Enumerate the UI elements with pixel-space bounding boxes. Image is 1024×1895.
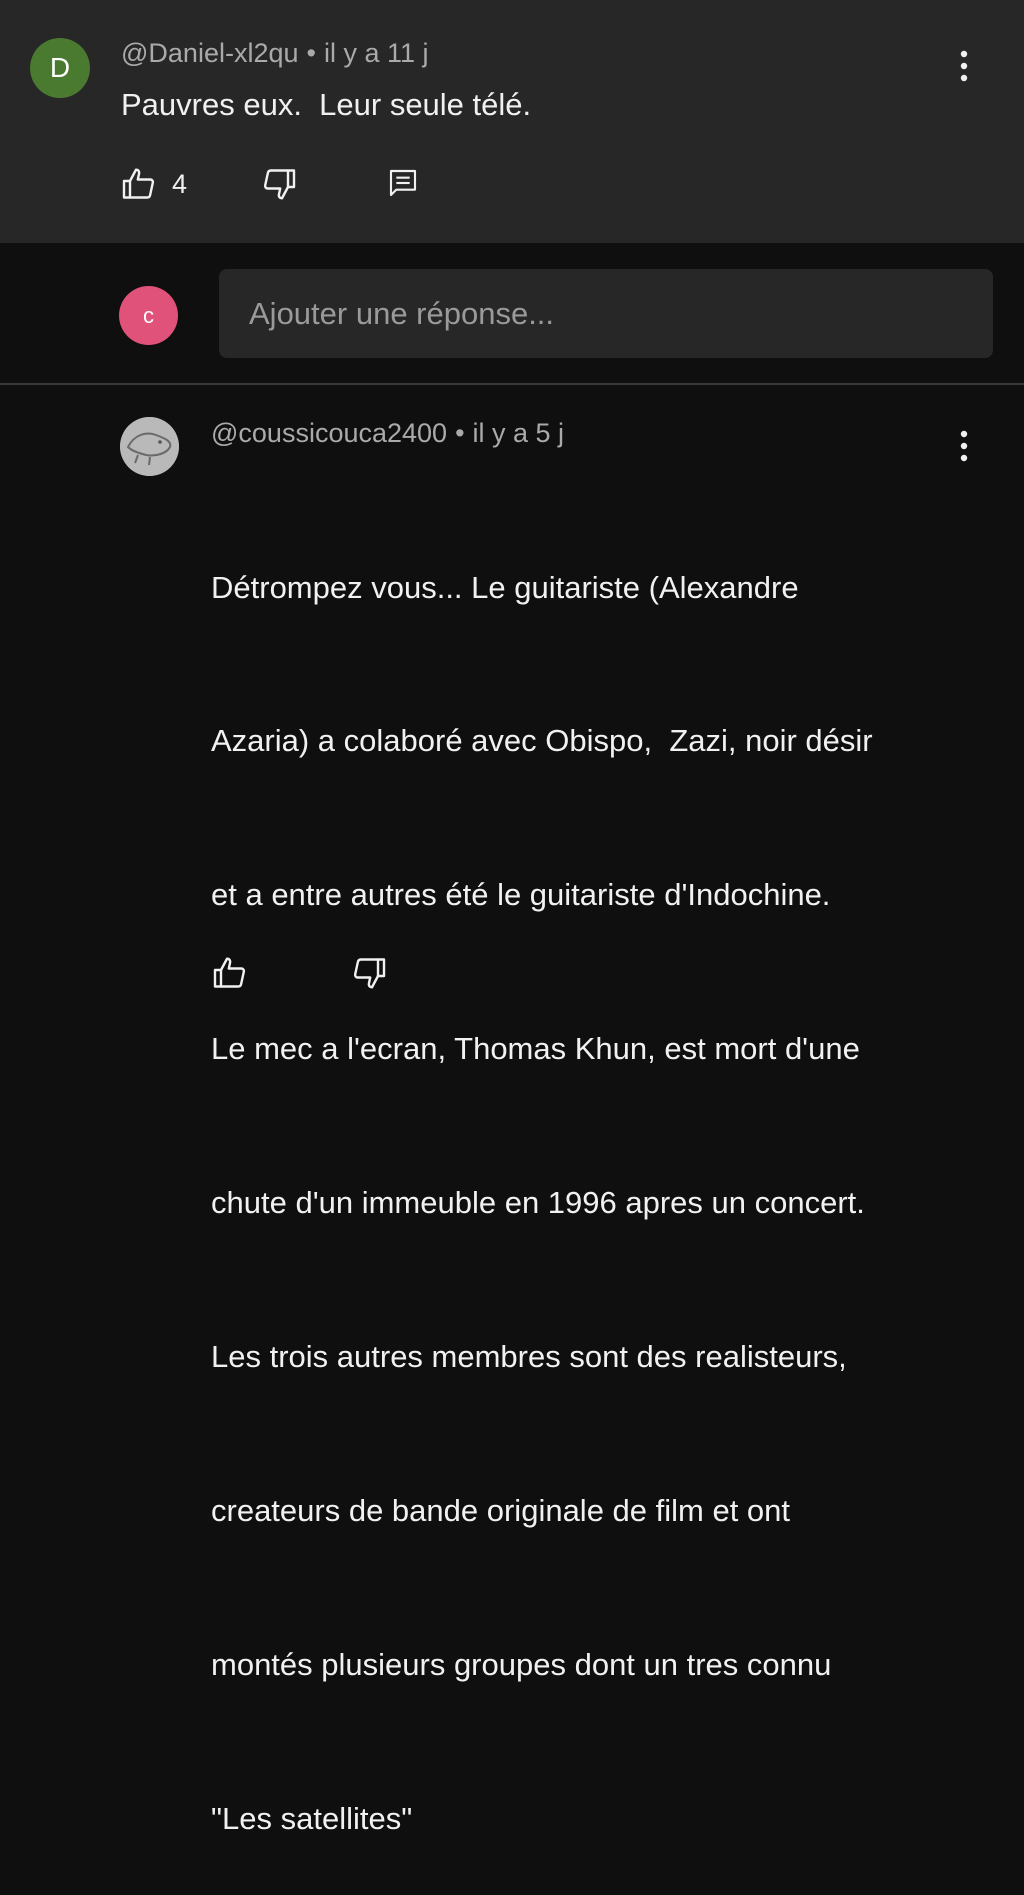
- reply-input[interactable]: [219, 269, 993, 358]
- like-button[interactable]: 4: [120, 166, 187, 202]
- reply-like-button[interactable]: [211, 955, 249, 991]
- reply-time: il y a 5 j: [472, 418, 565, 448]
- reply-author[interactable]: @coussicouca2400: [211, 418, 447, 448]
- comment-icon: [389, 169, 417, 197]
- like-count: 4: [172, 168, 188, 199]
- reply-text-line: Le mec a l'ecran, Thomas Khun, est mort …: [211, 1031, 860, 1067]
- thumbs-up-icon: [122, 168, 155, 199]
- reply-text-line: Les trois autres membres sont des realis…: [211, 1339, 847, 1375]
- more-options-button[interactable]: [944, 46, 984, 86]
- reply-meta: @coussicouca2400 • il y a 5 j: [211, 418, 564, 449]
- avatar-letter: D: [49, 52, 71, 83]
- avatar-letter: c: [143, 302, 154, 328]
- reply-button[interactable]: [387, 166, 419, 200]
- thumbs-down-icon: [263, 169, 296, 200]
- divider: [0, 383, 1024, 385]
- reply-text: Détrompez vous... Le guitariste (Alexand…: [211, 459, 873, 1895]
- user-avatar[interactable]: c: [119, 286, 178, 345]
- reply-text-line: et a entre autres été le guitariste d'In…: [211, 877, 831, 913]
- comment-author[interactable]: @Daniel-xl2qu: [121, 38, 299, 68]
- avatar[interactable]: D: [30, 38, 90, 98]
- reply-text-line: createurs de bande originale de film et …: [211, 1492, 791, 1528]
- reply-text-line: chute d'un immeuble en 1996 apres un con…: [211, 1185, 865, 1221]
- dislike-button[interactable]: [260, 166, 298, 202]
- comment-text: Pauvres eux. Leur seule télé.: [121, 87, 532, 122]
- reply-text-line: "Les satellites": [211, 1800, 413, 1836]
- reply-text-line: montés plusieurs groupes dont un tres co…: [211, 1646, 832, 1682]
- more-vert-icon: [960, 430, 968, 462]
- meta-separator: •: [455, 418, 465, 448]
- reply-text-line: Détrompez vous... Le guitariste (Alexand…: [211, 569, 799, 605]
- thumbs-up-icon: [213, 957, 246, 988]
- sketch-avatar-icon: [120, 417, 179, 476]
- more-vert-icon: [960, 50, 968, 82]
- meta-separator: •: [306, 38, 316, 68]
- reply-more-options-button[interactable]: [944, 426, 984, 466]
- comment-card: D @Daniel-xl2qu • il y a 11 j Pauvres eux.…: [0, 0, 1024, 243]
- comment-meta: @Daniel-xl2qu • il y a 11 j: [121, 38, 429, 69]
- reply-avatar[interactable]: [120, 417, 179, 476]
- reply-text-line: Azaria) a colaboré avec Obispo, Zazi, no…: [211, 723, 873, 759]
- thumbs-down-icon: [353, 958, 386, 989]
- comment-time: il y a 11 j: [323, 38, 429, 68]
- reply-dislike-button[interactable]: [350, 955, 388, 991]
